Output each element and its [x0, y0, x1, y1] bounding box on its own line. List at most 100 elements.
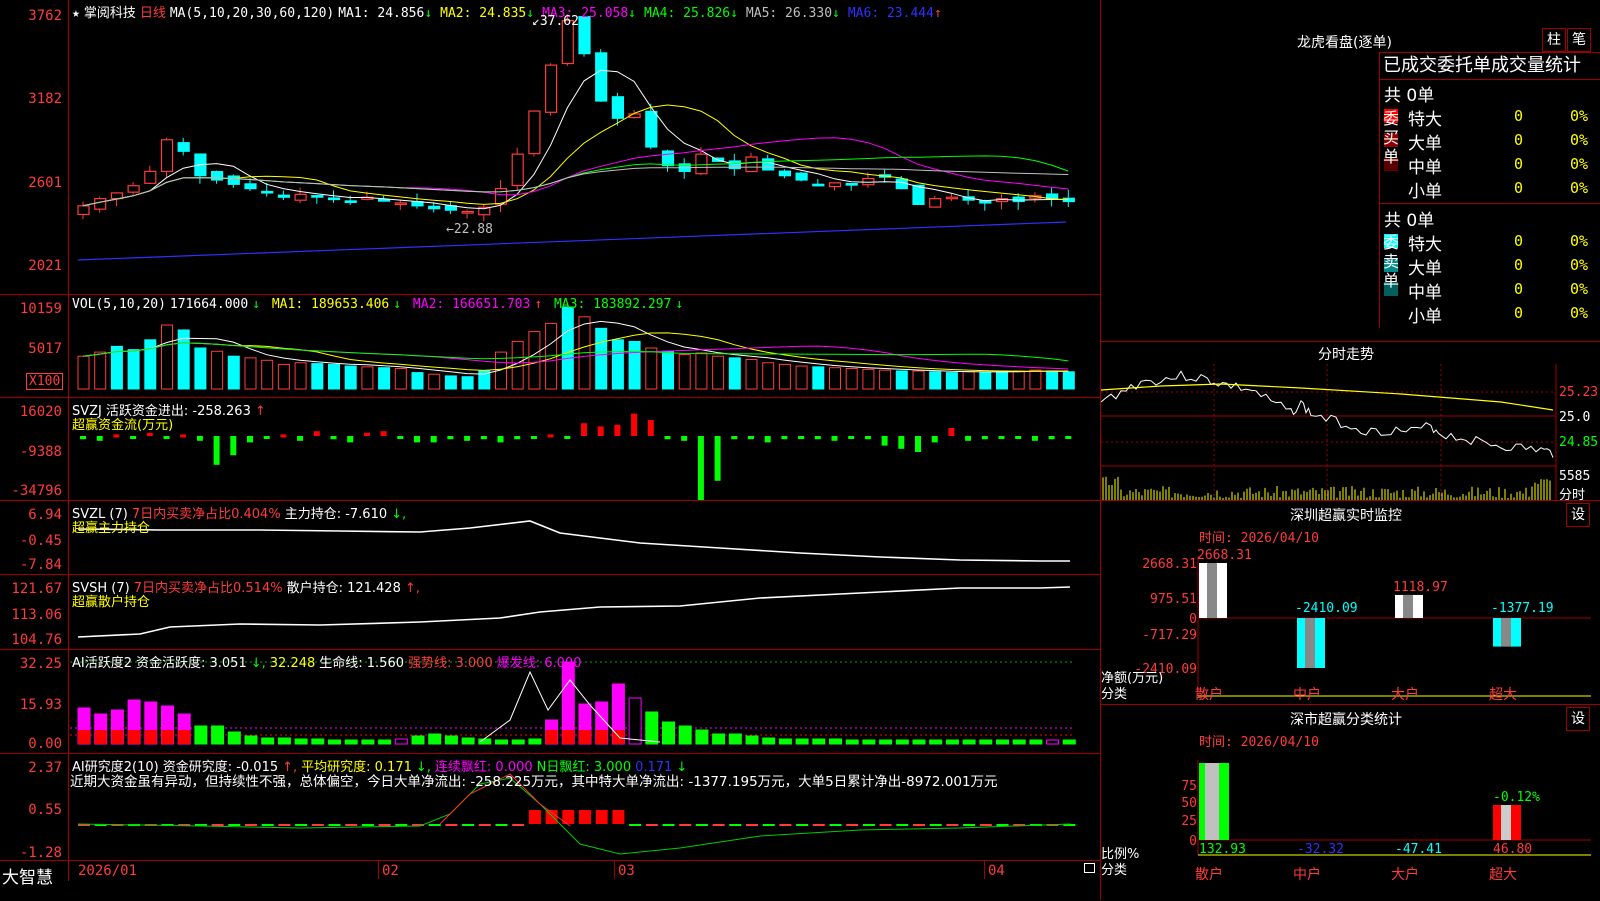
kline-panel[interactable]: 3762 3182 2601 2021 ★ 掌阅科技 日线 MA(5,10,20,30… — [0, 0, 1100, 295]
high-price-label: ↙37.62 — [532, 14, 579, 29]
research-bar — [913, 824, 925, 826]
volume-bar — [895, 370, 908, 390]
research-bar — [695, 824, 708, 826]
candle — [695, 153, 708, 175]
monitor-chart[interactable]: 2668.31975.510-717.29-2410.092668.31散户-2… — [1101, 501, 1600, 704]
fund-flow-bar — [146, 432, 153, 436]
classify-value: 46.80 — [1493, 842, 1532, 857]
activity-bar-base — [161, 730, 174, 744]
volume-bar — [461, 376, 474, 390]
ma-value-2: MA2: 24.835↓ — [440, 6, 535, 21]
candlestick-chart[interactable] — [0, 0, 1100, 294]
candle — [578, 16, 591, 55]
research-bar — [679, 824, 692, 826]
activity-bar-base — [144, 730, 157, 744]
svzj-panel[interactable]: 16020 -9388 -34796 SVZJ 活跃资金进出: -258.263 ↑… — [0, 398, 1100, 501]
candle — [862, 177, 875, 186]
svsh-subtitle: 超赢散户持仓 — [72, 595, 151, 610]
low-value: 22.88 — [453, 222, 493, 237]
research-bar — [746, 824, 758, 826]
ai1-title: AI活跃度2 — [72, 656, 132, 671]
candle — [595, 52, 608, 102]
classify-value: -47.41 — [1395, 842, 1442, 857]
volume-bar — [378, 367, 391, 390]
candle — [845, 182, 858, 186]
activity-bar — [812, 738, 826, 745]
intraday-panel[interactable]: 分时走势 25.23 25.0 24.85 5585 分时 — [1101, 341, 1600, 503]
activity-bar — [795, 738, 809, 745]
volume-bar — [678, 354, 691, 390]
monitor-panel[interactable]: 深圳超赢实时监控 设 时间: 2026/04/10 2668.31 975.51 0… — [1101, 500, 1600, 704]
bar-mode-button[interactable]: 柱 — [1542, 28, 1566, 52]
candle — [378, 198, 391, 202]
volume-bar — [1046, 370, 1059, 390]
activity-bar — [678, 725, 692, 745]
svsh-panel[interactable]: 121.67 113.06 104.76 SVSH (7) 7日内买卖净占比0.5… — [0, 575, 1100, 650]
fund-flow-bar — [80, 436, 86, 440]
fund-flow-bar — [647, 420, 654, 436]
order-row-percent: 0% — [1570, 280, 1589, 298]
classify-category: 超大 — [1489, 867, 1517, 883]
research-bar — [662, 824, 675, 826]
fund-flow-bar — [631, 413, 638, 436]
activity-bar — [277, 737, 291, 745]
ai-research-panel[interactable]: 2.37 0.55 -1.28 AI研究度2(10) 资金研究度: -0.015 ↑… — [0, 754, 1100, 861]
classify-category: 散户 — [1195, 866, 1223, 883]
research-bar — [378, 824, 391, 826]
activity-bar-base — [178, 730, 191, 744]
activity-bar — [829, 738, 842, 745]
candle — [778, 170, 792, 177]
fund-flow-bar — [263, 436, 270, 439]
research-bar — [478, 824, 491, 826]
candle — [461, 210, 474, 214]
lock-icon[interactable] — [1084, 863, 1095, 873]
intraday-tick: 25.0 — [1559, 410, 1591, 425]
volume-bar — [979, 372, 992, 390]
ai1-v2: 32.248 — [269, 656, 316, 671]
activity-bar — [1046, 739, 1060, 745]
fund-flow-bar — [113, 434, 120, 438]
fund-flow-bar — [1015, 436, 1022, 439]
svzl-panel[interactable]: 6.94 -0.45 -7.84 SVZL (7) 7日内买卖净占比0.404% 主… — [0, 501, 1100, 575]
volume-bar — [778, 363, 791, 390]
fund-flow-bar — [581, 423, 587, 436]
order-stats-tab[interactable]: 已成交委托单成交量统计 — [1379, 52, 1600, 80]
intraday-chart[interactable] — [1101, 342, 1600, 500]
activity-bar — [662, 721, 675, 745]
classify-panel[interactable]: 深市超赢分类统计 设 时间: 2026/04/10 75 50 25 0 -0.12% 1… — [1101, 704, 1600, 901]
classify-tick: 75 — [1181, 779, 1197, 794]
ai-activity-panel[interactable]: 32.25 15.93 0.00 AI活跃度2 资金活跃度: 3.051 ↓, 32.… — [0, 650, 1100, 754]
activity-bar — [227, 731, 241, 745]
order-row-count: 0 — [1514, 107, 1524, 125]
fund-flow-bar — [330, 436, 337, 440]
fund-flow-bar — [380, 431, 387, 436]
candle — [645, 110, 658, 148]
volume-bar — [795, 365, 808, 390]
activity-bar — [361, 739, 375, 745]
fund-flow-bar — [948, 428, 955, 436]
period-label: 日线 — [139, 6, 166, 21]
activity-bar — [461, 737, 475, 745]
fund-flow-bar — [881, 436, 888, 446]
research-bar — [528, 810, 541, 824]
classify-top-label: -0.12% — [1493, 790, 1540, 805]
activity-bar — [745, 735, 759, 745]
volume-bar — [294, 362, 307, 390]
classify-chart[interactable]: 75 50 25 0 -0.12% 132.93 散户 -32.32 中户 -47.41 大户 46.… — [1101, 705, 1600, 901]
date-axis: 大智慧 2026/01 02 03 04 — [0, 861, 1100, 900]
activity-bar-base — [562, 730, 575, 744]
activity-bar — [762, 737, 776, 745]
volume-panel[interactable]: 10159 5017 X100 VOL(5,10,20) 171664.000 ↓ … — [0, 295, 1100, 398]
ma-line-120 — [77, 221, 1067, 261]
volume-bar — [127, 349, 140, 390]
ai1-life: 生命线: 1.560 — [319, 656, 404, 671]
activity-bar — [344, 739, 358, 745]
fund-flow-bar — [981, 436, 988, 440]
fund-flow-bar — [614, 424, 621, 436]
research-bar — [645, 824, 658, 826]
volume-bar — [628, 340, 641, 390]
tick-mode-button[interactable]: 笔 — [1567, 28, 1591, 52]
classify-category: 中户 — [1293, 866, 1321, 883]
fund-flow-bar — [130, 436, 137, 439]
order-row-count: 0 — [1514, 304, 1524, 322]
